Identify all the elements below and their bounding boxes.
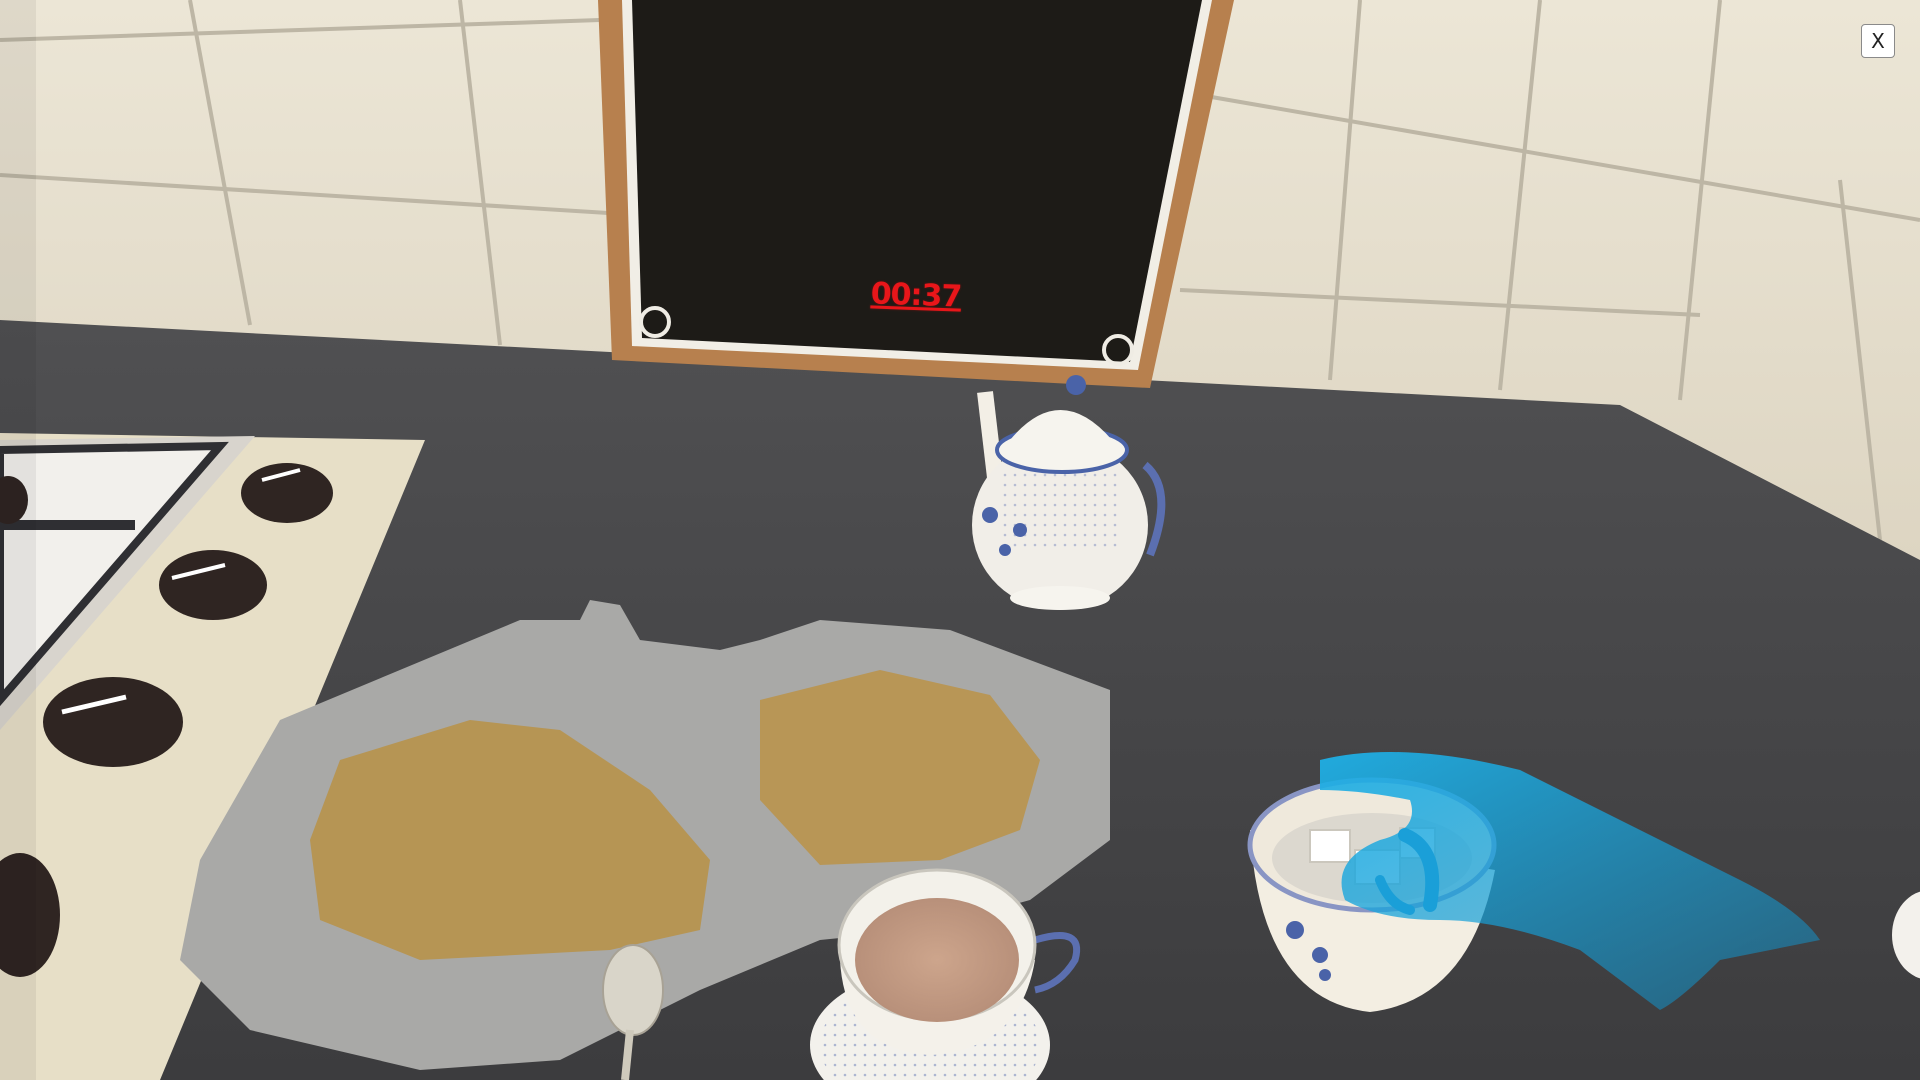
stove-knob[interactable] (159, 550, 267, 620)
stove-knob[interactable] (241, 463, 333, 523)
left-edge-shade (0, 0, 36, 1080)
chalkboard (598, 0, 1234, 388)
close-icon: X (1871, 29, 1885, 53)
stove-knob[interactable] (43, 677, 183, 767)
kitchen-scene (0, 0, 1920, 1080)
close-button[interactable]: X (1861, 24, 1895, 58)
countdown-timer: 00:37 (870, 276, 962, 315)
